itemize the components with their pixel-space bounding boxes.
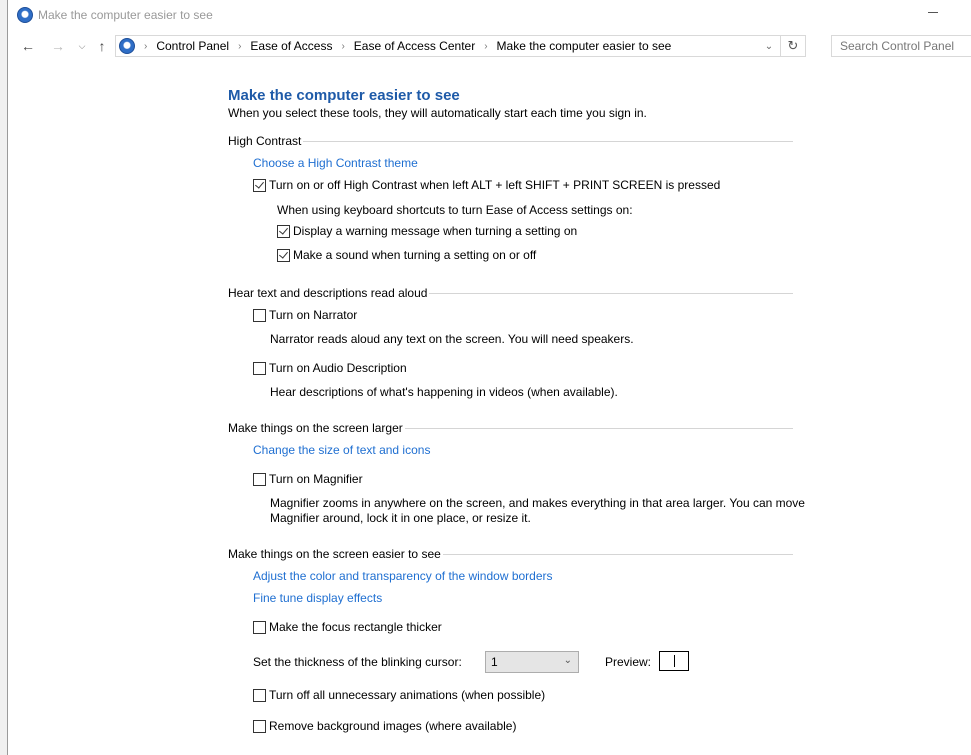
- search-placeholder: Search Control Panel: [840, 39, 955, 53]
- magnifier-checkbox[interactable]: Turn on Magnifier: [253, 472, 363, 486]
- magnifier-description-line1: Magnifier zooms in anywhere on the scree…: [270, 496, 805, 510]
- window-left-border: [0, 0, 8, 755]
- section-title: Hear text and descriptions read aloud: [228, 286, 428, 300]
- checkbox-label: Turn on Narrator: [269, 308, 358, 322]
- checkbox-label: Remove background images (where availabl…: [269, 719, 517, 733]
- checkbox-icon[interactable]: [253, 361, 266, 375]
- cursor-preview-box: [659, 651, 689, 671]
- checkbox-icon[interactable]: [253, 688, 266, 702]
- page-title: Make the computer easier to see: [228, 87, 460, 104]
- shortcut-note: When using keyboard shortcuts to turn Ea…: [277, 203, 633, 217]
- section-title: Make things on the screen easier to see: [228, 547, 441, 561]
- narrator-description: Narrator reads aloud any text on the scr…: [270, 332, 634, 346]
- animations-checkbox[interactable]: Turn off all unnecessary animations (whe…: [253, 688, 545, 702]
- cursor-thickness-value: 1: [491, 655, 498, 669]
- cursor-thickness-select[interactable]: 1 ⌄: [485, 651, 579, 673]
- checkbox-icon[interactable]: [253, 719, 266, 733]
- checkbox-label: Turn on Magnifier: [269, 472, 363, 486]
- checkbox-label: Turn off all unnecessary animations (whe…: [269, 688, 546, 702]
- section-header-high-contrast: High Contrast: [228, 134, 793, 148]
- navigation-bar: ← → ⌵ ↑ › Control Panel › Ease of Access…: [8, 34, 971, 59]
- breadcrumb-separator-icon: ›: [484, 40, 488, 52]
- window-borders-link[interactable]: Adjust the color and transparency of the…: [253, 569, 553, 583]
- cursor-thickness-label: Set the thickness of the blinking cursor…: [253, 655, 462, 669]
- recent-locations-chevron-icon[interactable]: ⌵: [72, 36, 92, 56]
- checkbox-label: Make the focus rectangle thicker: [269, 620, 442, 634]
- breadcrumb-separator-icon: ›: [238, 40, 242, 52]
- section-header-easier: Make things on the screen easier to see: [228, 547, 793, 561]
- checkbox-icon[interactable]: [277, 224, 290, 238]
- checkbox-icon[interactable]: [277, 248, 290, 262]
- ease-of-access-icon: [17, 7, 33, 23]
- breadcrumb-ease-of-access[interactable]: Ease of Access: [250, 39, 332, 53]
- change-text-size-link[interactable]: Change the size of text and icons: [253, 443, 430, 457]
- background-images-checkbox[interactable]: Remove background images (where availabl…: [253, 719, 516, 733]
- section-divider: [442, 553, 793, 555]
- search-input[interactable]: Search Control Panel: [831, 35, 971, 57]
- minimize-button[interactable]: [927, 6, 939, 18]
- section-divider: [303, 140, 793, 142]
- forward-arrow-icon[interactable]: →: [48, 36, 68, 56]
- page-subtitle: When you select these tools, they will a…: [228, 106, 647, 120]
- high-contrast-shortcut-checkbox[interactable]: Turn on or off High Contrast when left A…: [253, 178, 720, 192]
- checkbox-label: Turn on Audio Description: [269, 361, 407, 375]
- display-effects-link[interactable]: Fine tune display effects: [253, 591, 382, 605]
- section-divider: [429, 292, 793, 294]
- checkbox-icon[interactable]: [253, 472, 266, 486]
- focus-rectangle-checkbox[interactable]: Make the focus rectangle thicker: [253, 620, 442, 634]
- section-title: Make things on the screen larger: [228, 421, 403, 435]
- up-arrow-icon[interactable]: ↑: [92, 36, 112, 56]
- breadcrumb-control-panel[interactable]: Control Panel: [156, 39, 229, 53]
- main-content: Make the computer easier to see When you…: [228, 86, 805, 733]
- section-title: High Contrast: [228, 134, 302, 148]
- breadcrumb-ease-of-access-center[interactable]: Ease of Access Center: [354, 39, 475, 53]
- breadcrumb-separator-icon: ›: [341, 40, 345, 52]
- audio-description-checkbox[interactable]: Turn on Audio Description: [253, 361, 407, 375]
- narrator-checkbox[interactable]: Turn on Narrator: [253, 308, 357, 322]
- checkbox-label: Make a sound when turning a setting on o…: [293, 248, 537, 262]
- checkbox-label: Turn on or off High Contrast when left A…: [269, 178, 721, 192]
- preview-label: Preview:: [605, 655, 652, 669]
- audio-description-description: Hear descriptions of what's happening in…: [270, 385, 618, 399]
- breadcrumb-separator-icon: ›: [144, 40, 148, 52]
- address-dropdown-chevron-icon[interactable]: ⌄: [759, 36, 779, 56]
- magnifier-description-line2: Magnifier around, lock it in one place, …: [270, 511, 531, 525]
- display-warning-checkbox[interactable]: Display a warning message when turning a…: [277, 224, 577, 238]
- section-divider: [404, 427, 793, 429]
- section-header-read-aloud: Hear text and descriptions read aloud: [228, 286, 793, 300]
- breadcrumb-current-page[interactable]: Make the computer easier to see: [497, 39, 672, 53]
- make-sound-checkbox[interactable]: Make a sound when turning a setting on o…: [277, 248, 536, 262]
- refresh-icon[interactable]: ↻: [780, 36, 805, 56]
- checkbox-icon[interactable]: [253, 178, 266, 192]
- title-bar: Make the computer easier to see: [8, 0, 971, 30]
- checkbox-icon[interactable]: [253, 308, 266, 322]
- back-arrow-icon[interactable]: ←: [18, 36, 38, 56]
- section-header-larger: Make things on the screen larger: [228, 421, 793, 435]
- choose-high-contrast-theme-link[interactable]: Choose a High Contrast theme: [253, 156, 418, 170]
- chevron-down-icon: ⌄: [563, 655, 572, 666]
- address-bar[interactable]: › Control Panel › Ease of Access › Ease …: [115, 35, 806, 57]
- checkbox-label: Display a warning message when turning a…: [293, 224, 578, 238]
- checkbox-icon[interactable]: [253, 620, 266, 634]
- window-title: Make the computer easier to see: [38, 8, 213, 22]
- control-panel-icon: [119, 38, 135, 54]
